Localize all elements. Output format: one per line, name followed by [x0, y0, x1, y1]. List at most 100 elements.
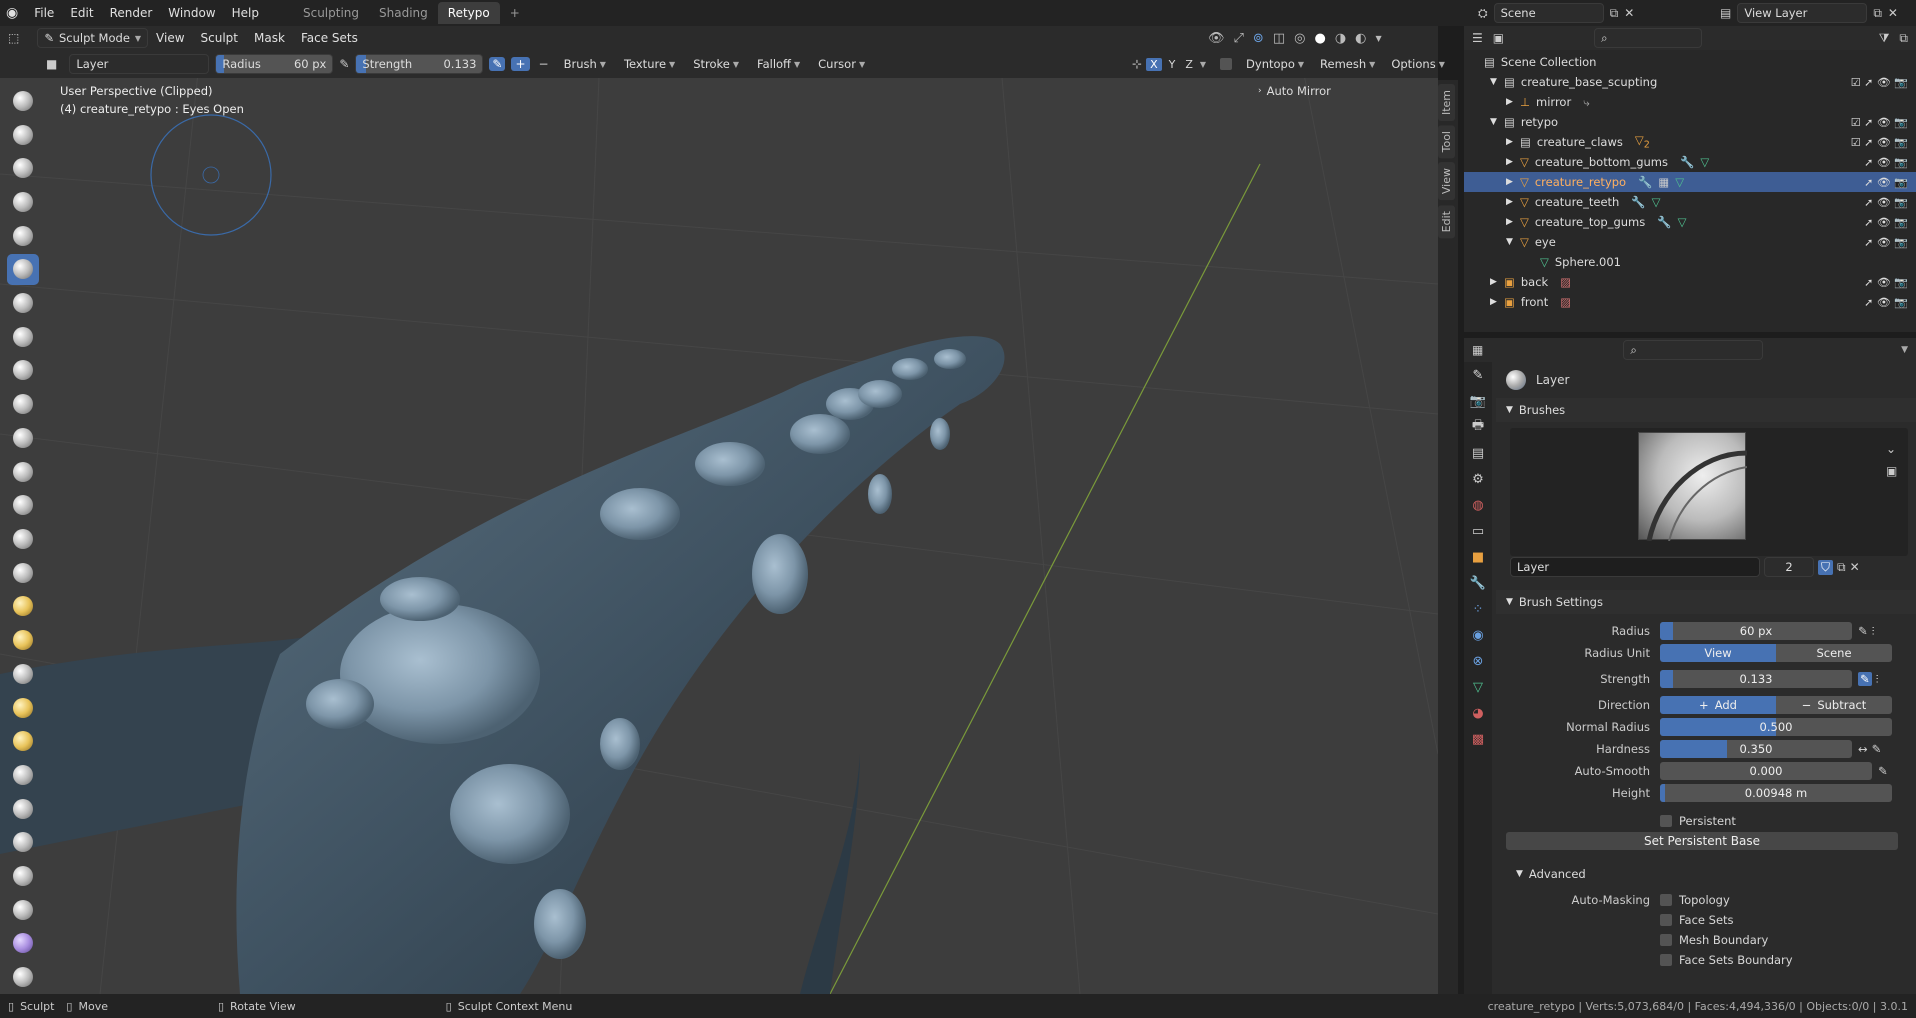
filter-icon[interactable]: ⧩ — [1879, 31, 1890, 46]
mode-selector[interactable]: ✎ Sculpt Mode ▼ — [37, 28, 149, 48]
outliner-row[interactable]: ▽ Sphere.001 — [1464, 252, 1916, 272]
mirror-y-toggle[interactable]: Y — [1166, 58, 1179, 71]
pressure-icon[interactable]: ✎ — [1872, 742, 1882, 756]
draw-brush-tool[interactable] — [7, 86, 39, 117]
tab-view[interactable]: View — [1438, 162, 1455, 201]
height-field[interactable]: 0.00948 m — [1660, 784, 1892, 802]
scene-selector[interactable]: Scene — [1493, 3, 1604, 23]
persistent-checkbox[interactable] — [1660, 815, 1672, 827]
pose-brush-tool[interactable] — [7, 726, 39, 757]
strength-slider[interactable]: Strength 0.133 — [355, 54, 484, 74]
output-tab-icon[interactable]: 🖶 — [1464, 414, 1492, 440]
clay-brush-tool[interactable] — [7, 153, 39, 184]
solid-shading-icon[interactable]: ● — [1314, 31, 1325, 46]
clay-thumb-brush-tool[interactable] — [7, 220, 39, 251]
row-toggles[interactable]: ➚ 👁 📷 — [1864, 196, 1908, 209]
brush-datablock-field[interactable]: Layer — [1510, 557, 1760, 577]
editor-type-icon[interactable]: ⬚ — [8, 31, 19, 45]
row-toggles[interactable]: ➚ 👁 📷 — [1864, 296, 1908, 309]
duplicate-brush-icon[interactable]: ⧉ — [1837, 560, 1846, 575]
radius-field[interactable]: 60 px — [1660, 622, 1852, 640]
direction-add-icon[interactable]: + — [511, 57, 530, 71]
dyntopo-checkbox[interactable] — [1220, 58, 1233, 70]
grab-brush-tool[interactable] — [7, 591, 39, 622]
radius-unit-scene-button[interactable]: Scene — [1776, 644, 1892, 662]
outliner-row[interactable]: ▶ ▣ back ▨ ➚ 👁 📷 — [1464, 272, 1916, 292]
row-toggles[interactable]: ☑ ➚ 👁 📷 — [1851, 116, 1908, 129]
tool-tab-icon[interactable]: ✎ — [1464, 362, 1492, 388]
radius-slider[interactable]: Radius 60 px — [215, 54, 334, 74]
view-layer-icon[interactable]: ▤ — [1720, 6, 1731, 20]
invert-icon[interactable]: ↔ — [1858, 742, 1868, 756]
brush-settings-panel-header[interactable]: ▼ Brush Settings — [1496, 590, 1916, 614]
wireframe-shading-icon[interactable]: ◎ — [1294, 31, 1305, 46]
world-tab-icon[interactable]: ◍ — [1464, 492, 1492, 518]
pressure-icon[interactable]: ✎ — [1858, 672, 1872, 686]
material-tab-icon[interactable]: ◕ — [1464, 700, 1492, 726]
hardness-field[interactable]: 0.350 — [1660, 740, 1852, 758]
mesh-boundary-checkbox[interactable] — [1660, 934, 1672, 946]
texture-tab-icon[interactable]: ▩ — [1464, 726, 1492, 752]
strength-field[interactable]: 0.133 — [1660, 670, 1852, 688]
properties-editor-icon[interactable]: ▦ — [1472, 343, 1483, 357]
face-sets-checkbox[interactable] — [1660, 914, 1672, 926]
scene-icon[interactable]: ⛭ — [1478, 6, 1488, 21]
chevron-right-icon[interactable]: ▶ — [1506, 177, 1520, 187]
outliner-row[interactable]: ▼ ▤ retypo ☑ ➚ 👁 📷 — [1464, 112, 1916, 132]
pressure-icon[interactable]: ✎ — [1878, 764, 1888, 778]
falloff-menu[interactable]: Falloff ▼ — [751, 57, 806, 71]
3d-viewport[interactable]: User Perspective (Clipped) (4) creature_… — [0, 54, 1438, 994]
crease-brush-tool[interactable] — [7, 355, 39, 386]
brush-list-chevron-icon[interactable]: ⌄ — [1886, 442, 1896, 456]
layer-brush-tool[interactable] — [7, 254, 39, 285]
cloth-brush-tool[interactable] — [7, 894, 39, 925]
unlink-brush-icon[interactable]: ✕ — [1850, 560, 1860, 574]
cursor-menu[interactable]: Cursor ▼ — [812, 57, 871, 71]
row-toggles[interactable]: ➚ 👁 📷 — [1864, 156, 1908, 169]
menu-mask[interactable]: Mask — [246, 31, 293, 45]
rendered-shading-icon[interactable]: ◐ — [1355, 31, 1366, 46]
properties-search-input[interactable]: ⌕ — [1623, 340, 1764, 360]
pressure-strength-icon[interactable]: ✎ — [489, 57, 506, 71]
chevron-down-icon[interactable]: ▼ — [1506, 237, 1520, 247]
data-tab-icon[interactable]: ▽ — [1464, 674, 1492, 700]
snake-hook-brush-tool[interactable] — [7, 658, 39, 689]
shading-options-icon[interactable]: ▼ — [1376, 34, 1382, 43]
thumb-brush-tool[interactable] — [7, 692, 39, 723]
set-persistent-base-button[interactable]: Set Persistent Base — [1506, 832, 1898, 850]
copy-icon[interactable]: ⧉ — [1873, 6, 1882, 21]
outliner-row[interactable]: ▼ ▤ creature_base_scupting ☑ ➚ 👁 📷 — [1464, 72, 1916, 92]
row-toggles[interactable]: ➚ 👁 📷 — [1864, 216, 1908, 229]
unified-icon[interactable]: ⫶ — [1876, 672, 1879, 687]
chevron-down-icon[interactable]: ▼ — [1490, 117, 1504, 127]
face-sets-boundary-checkbox[interactable] — [1660, 954, 1672, 966]
outliner-row[interactable]: ▶ ⊥ mirror ⤷ — [1464, 92, 1916, 112]
outliner-row[interactable]: ▶ ▽ creature_bottom_gums 🔧 ▽ ➚ 👁 📷 — [1464, 152, 1916, 172]
row-toggles[interactable]: ☑ ➚ 👁 📷 — [1851, 136, 1908, 149]
stroke-menu[interactable]: Stroke ▼ — [687, 57, 745, 71]
multiplane-scrape-brush-tool[interactable] — [7, 524, 39, 555]
scrape-brush-tool[interactable] — [7, 490, 39, 521]
pinch-brush-tool[interactable] — [7, 557, 39, 588]
flatten-brush-tool[interactable] — [7, 423, 39, 454]
brushes-panel-header[interactable]: ▼ Brushes — [1496, 398, 1916, 422]
menu-render[interactable]: Render — [102, 6, 161, 20]
menu-sculpt[interactable]: Sculpt — [193, 31, 246, 45]
draw-sharp-brush-tool[interactable] — [7, 119, 39, 150]
menu-help[interactable]: Help — [224, 6, 267, 20]
elastic-deform-brush-tool[interactable] — [7, 625, 39, 656]
options-menu[interactable]: Options ▼ — [1385, 57, 1451, 71]
close-icon[interactable]: ✕ — [1888, 6, 1898, 20]
persistent-row[interactable]: Persistent — [1496, 810, 1916, 832]
modifiers-tab-icon[interactable]: 🔧 — [1464, 570, 1492, 596]
mask-brush-tool[interactable] — [7, 962, 39, 993]
direction-add-button[interactable]: + Add — [1660, 696, 1776, 714]
material-shading-icon[interactable]: ◑ — [1335, 31, 1346, 46]
inflate-brush-tool[interactable] — [7, 288, 39, 319]
view-layer-selector[interactable]: View Layer — [1737, 3, 1868, 23]
add-workspace-button[interactable]: + — [500, 2, 530, 24]
chevron-right-icon[interactable]: ▶ — [1506, 97, 1520, 107]
blender-logo-icon[interactable]: ◉ — [6, 5, 18, 21]
outliner-search-input[interactable]: ⌕ — [1594, 28, 1703, 48]
chevron-right-icon[interactable]: ▶ — [1506, 217, 1520, 227]
